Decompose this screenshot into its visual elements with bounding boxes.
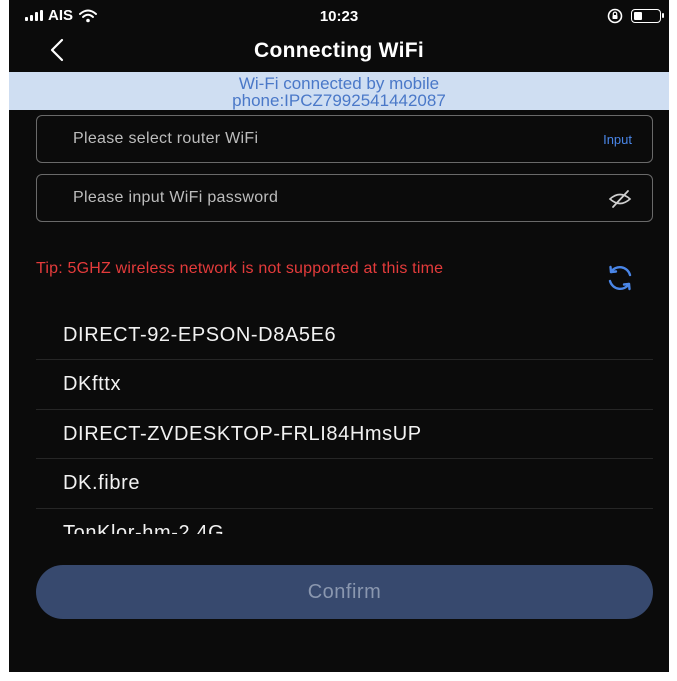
- network-item[interactable]: DK.fibre: [36, 459, 653, 509]
- router-wifi-field[interactable]: Please select router WiFi Input: [36, 115, 653, 163]
- network-list[interactable]: DIRECT-92-EPSON-D8A5E6 DKfttx DIRECT-ZVD…: [36, 312, 653, 534]
- input-manually-link[interactable]: Input: [603, 132, 632, 147]
- banner-line-2: phone:IPCZ7992541442087: [232, 91, 446, 110]
- status-right-group: [607, 8, 664, 24]
- banner-line-1: Wi-Fi connected by mobile: [238, 74, 440, 93]
- status-time: 10:23: [319, 8, 359, 25]
- page-title: Connecting WiFi: [254, 39, 424, 62]
- network-item[interactable]: DKfttx: [36, 360, 653, 410]
- status-bar: AIS 10:23: [9, 0, 669, 30]
- battery-icon: [631, 9, 664, 23]
- confirm-button-label: Confirm: [307, 580, 382, 603]
- refresh-icon[interactable]: [605, 264, 635, 292]
- tip-text: Tip: 5GHZ wireless network is not suppor…: [36, 260, 444, 277]
- router-wifi-placeholder: Please select router WiFi: [73, 130, 259, 147]
- network-item[interactable]: DIRECT-ZVDESKTOP-FRLI84HmsUP: [36, 410, 653, 459]
- orientation-lock-icon: [607, 8, 623, 24]
- confirm-button[interactable]: Confirm: [36, 565, 653, 619]
- network-item[interactable]: DIRECT-92-EPSON-D8A5E6: [36, 312, 653, 360]
- eye-hidden-icon[interactable]: [608, 187, 632, 211]
- navigation-bar: Connecting WiFi: [9, 30, 669, 72]
- app-screen: AIS 10:23 Connecting WiFi Wi-Fi connecte…: [9, 0, 669, 672]
- wifi-password-placeholder: Please input WiFi password: [73, 189, 279, 206]
- network-item[interactable]: TonKlor-hm-2.4G: [36, 509, 653, 535]
- connection-banner: Wi-Fi connected by mobile phone:IPCZ7992…: [9, 72, 669, 110]
- wifi-password-field[interactable]: Please input WiFi password: [36, 174, 653, 222]
